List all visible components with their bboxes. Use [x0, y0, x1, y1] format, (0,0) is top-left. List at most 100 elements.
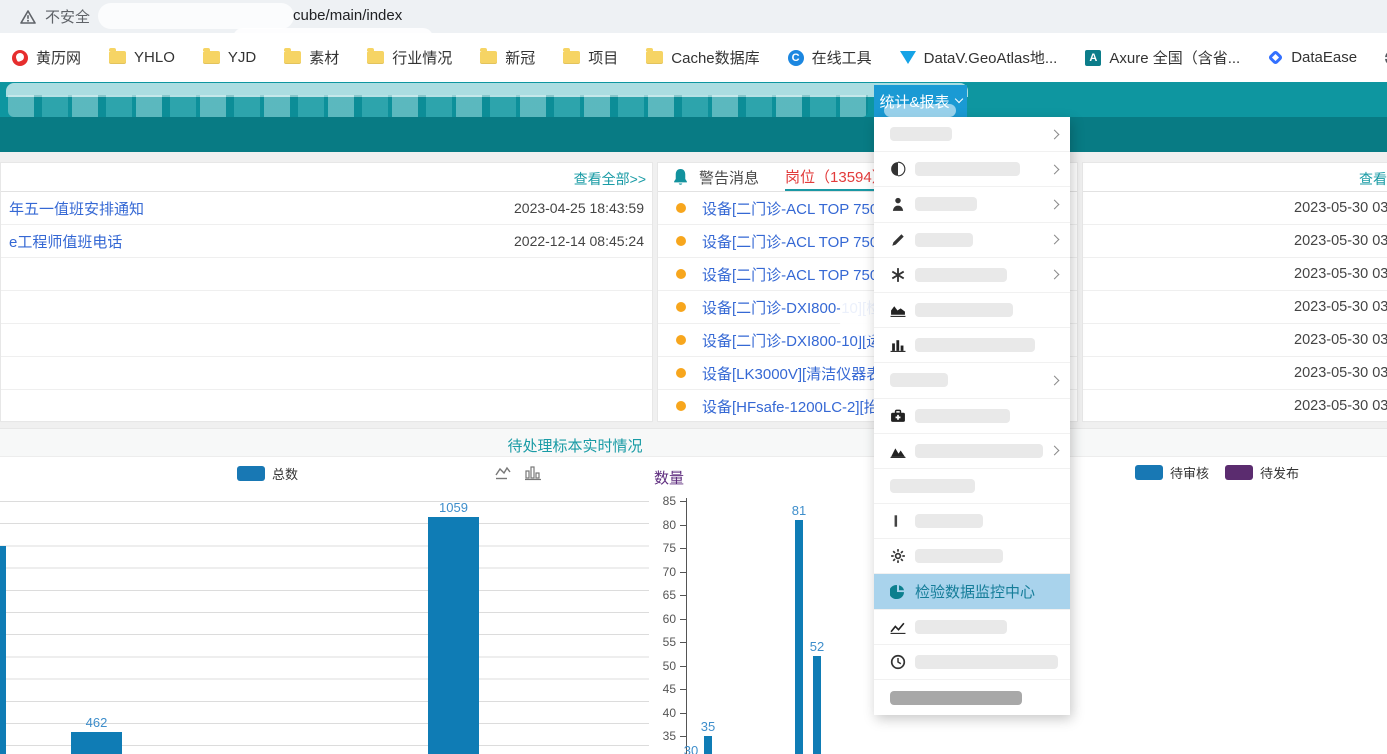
redacted-nav-menu: [8, 95, 868, 117]
bookmark-5[interactable]: 新冠: [480, 47, 535, 68]
orange-dot-icon: [676, 236, 686, 246]
right-chart-legend[interactable]: 待审核 待发布: [1135, 463, 1299, 482]
left-chart-legend[interactable]: 总数: [237, 464, 298, 483]
menu-item-redacted-1[interactable]: [874, 152, 1070, 187]
alert-link[interactable]: 设备[二门诊-ACL TOP 750-6]: [702, 264, 896, 285]
bookmark-label: YHLO: [134, 49, 175, 66]
menu-item-redacted-4[interactable]: [874, 258, 1070, 293]
notice-link[interactable]: e工程师值班电话: [9, 231, 122, 252]
bell-icon: [672, 168, 689, 186]
blur-artifact: [233, 28, 433, 48]
redacted-text: [890, 479, 975, 493]
menu-item-redacted-10[interactable]: [874, 469, 1070, 504]
pen-icon: [890, 232, 906, 248]
chevron-down-icon: [954, 95, 962, 103]
right-chart-bar-3: [813, 656, 821, 754]
stats-reports-dropdown: 检验数据监控中心: [874, 117, 1070, 715]
orange-dot-icon: [676, 335, 686, 345]
bookmark-10[interactable]: AAxure 全国（含省...: [1085, 47, 1240, 68]
redacted-text: [915, 197, 977, 211]
bookmark-8[interactable]: C在线工具: [788, 47, 872, 68]
right-chart-axis-title: 数量: [654, 467, 684, 488]
time-value: 2023-05-30 03: [1294, 398, 1387, 414]
notice-link[interactable]: 年五一值班安排通知: [9, 198, 144, 219]
right-chart-bar-value: 35: [693, 719, 723, 734]
legend-swatch-pending-review: [1135, 465, 1163, 480]
alert-link[interactable]: 设备[二门诊-ACL TOP 750-6]: [702, 198, 896, 219]
time-value: 2023-05-30 03: [1294, 200, 1387, 216]
time-value: 2023-05-30 03: [1294, 299, 1387, 315]
bookmark-label: 黄历网: [36, 47, 81, 68]
menu-item-inspection-data-monitor-center[interactable]: 检验数据监控中心: [874, 574, 1070, 609]
right-chart-bar-value: 30: [676, 743, 706, 754]
bookmark-label: DataV.GeoAtlas地...: [924, 47, 1058, 68]
bookmark-0[interactable]: 黄历网: [12, 47, 81, 68]
notice-row: 年五一值班安排通知 2023-04-25 18:43:59: [1, 192, 652, 225]
alert-link[interactable]: 设备[HFsafe-1200LC-2][抬起: [702, 396, 894, 417]
bookmark-9[interactable]: DataV.GeoAtlas地...: [900, 47, 1058, 68]
menu-item-redacted-16[interactable]: [874, 680, 1070, 715]
menu-item-redacted-2[interactable]: [874, 187, 1070, 222]
bar-chart-icon: [890, 337, 906, 353]
time-row: 2023-05-30 03: [1083, 291, 1387, 324]
browser-address-bar[interactable]: 不安全 cube/main/index: [0, 0, 1387, 33]
not-secure-label: 不安全: [45, 6, 90, 27]
blur-artifact: [884, 104, 956, 117]
notice-time: 2022-12-14 08:45:24: [514, 233, 644, 249]
medkit-icon: [890, 408, 906, 424]
notice-row: [1, 258, 652, 291]
time-panel: 查看全部>> 2023-05-30 03 2023-05-30 03 2023-…: [1082, 162, 1387, 422]
app-subheader: [0, 117, 1387, 152]
redacted-text: [890, 127, 952, 141]
menu-item-redacted-8[interactable]: [874, 399, 1070, 434]
redacted-text: [915, 444, 1043, 458]
redacted-text: [915, 514, 983, 528]
orange-dot-icon: [676, 401, 686, 411]
charts-section: 待处理标本实时情况 总数 数量 待审核 待发布 4621059858075706…: [0, 428, 1387, 754]
legend-label-pending-publish: 待发布: [1260, 463, 1299, 482]
bookmark-7[interactable]: Cache数据库: [646, 47, 759, 68]
tab-post-13594[interactable]: 岗位（13594）: [785, 163, 887, 191]
legend-swatch-total: [237, 466, 265, 481]
time-row: 2023-05-30 03: [1083, 324, 1387, 357]
menu-item-redacted-15[interactable]: [874, 645, 1070, 680]
left-chart-gridlines: [0, 501, 649, 754]
y-tick-label: 65: [650, 588, 676, 602]
alert-link[interactable]: 设备[二门诊-ACL TOP 750-6]: [702, 231, 896, 252]
orange-dot-icon: [676, 269, 686, 279]
time-value: 2023-05-30 03: [1294, 233, 1387, 249]
bookmark-3[interactable]: 素材: [284, 47, 339, 68]
bookmark-1[interactable]: YHLO: [109, 49, 175, 66]
legend-label-pending-review: 待审核: [1170, 463, 1209, 482]
folder-icon: [646, 51, 663, 64]
menu-item-redacted-9[interactable]: [874, 434, 1070, 469]
time-view-all-link[interactable]: 查看全部>>: [1359, 169, 1387, 189]
chevron-right-icon: [1050, 375, 1060, 385]
redacted-text: [915, 268, 1007, 282]
menu-item-redacted-11[interactable]: [874, 504, 1070, 539]
chart-toolbar: [495, 465, 542, 481]
menu-item-redacted-3[interactable]: [874, 223, 1070, 258]
menu-item-redacted-7[interactable]: [874, 363, 1070, 398]
notice-view-all-link[interactable]: 查看全部>>: [574, 169, 646, 189]
bookmark-11[interactable]: DataEase: [1268, 49, 1357, 66]
bookmark-2[interactable]: YJD: [203, 49, 256, 66]
bookmark-4[interactable]: 行业情况: [367, 47, 452, 68]
alert-link[interactable]: 设备[LK3000V][清洁仪器表面: [702, 363, 896, 384]
bar-chart-toggle-icon[interactable]: [524, 465, 542, 481]
menu-item-redacted-14[interactable]: [874, 610, 1070, 645]
time-row: 2023-05-30 03: [1083, 258, 1387, 291]
redacted-text: [890, 691, 1022, 705]
menu-item-redacted-12[interactable]: [874, 539, 1070, 574]
menu-item-redacted-6[interactable]: [874, 328, 1070, 363]
area-chart-icon: [890, 302, 906, 318]
gear-icon: [890, 548, 906, 564]
bookmark-6[interactable]: 项目: [563, 47, 618, 68]
menu-item-redacted-5[interactable]: [874, 293, 1070, 328]
notice-panel-header: 查看全部>>: [1, 163, 652, 192]
line-chart-toggle-icon[interactable]: [495, 465, 513, 481]
folder-icon: [480, 51, 497, 64]
redacted-text: [890, 373, 948, 387]
menu-item-redacted-0[interactable]: [874, 117, 1070, 152]
chevron-right-icon: [1050, 164, 1060, 174]
